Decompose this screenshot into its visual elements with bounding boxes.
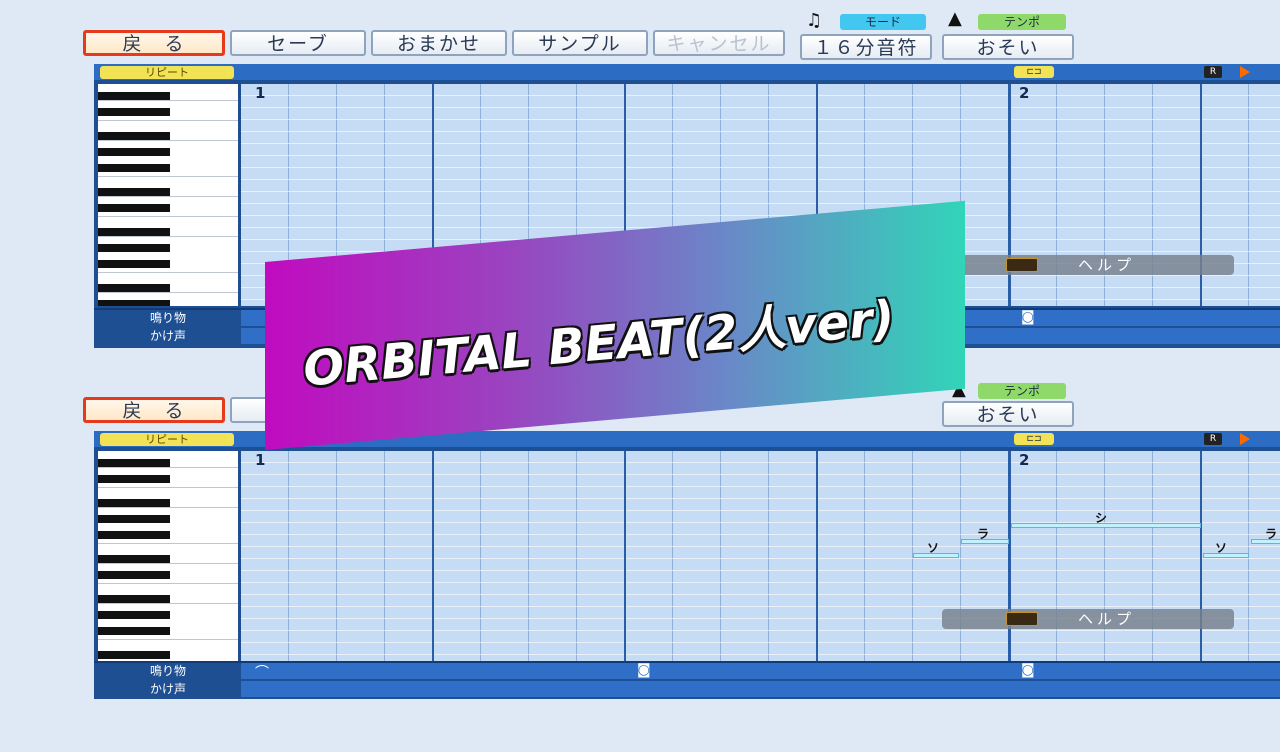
help-button[interactable]: ヘルプ xyxy=(942,255,1234,275)
note-lyric: ラ xyxy=(1265,527,1278,541)
omakase-button[interactable]: おまかせ xyxy=(371,30,507,56)
lane-calls-label: かけ声 xyxy=(149,682,186,696)
bar-number-2: 2 xyxy=(1019,84,1030,102)
help-label: ヘルプ xyxy=(1078,610,1136,628)
black-key[interactable] xyxy=(98,204,170,212)
black-key[interactable] xyxy=(98,228,170,236)
black-key[interactable] xyxy=(98,260,170,268)
black-key[interactable] xyxy=(98,611,170,619)
back-button[interactable]: 戻 る xyxy=(83,30,225,56)
sample-button[interactable]: サンプル xyxy=(512,30,648,56)
r-badge[interactable]: R xyxy=(1204,433,1222,445)
tempo-tag: テンポ xyxy=(978,383,1066,399)
black-key[interactable] xyxy=(98,627,170,635)
save-button[interactable]: セーブ xyxy=(230,30,366,56)
black-key[interactable] xyxy=(98,555,170,563)
beat-line xyxy=(432,451,434,661)
black-key[interactable] xyxy=(98,531,170,539)
black-key[interactable] xyxy=(98,499,170,507)
loop-marker[interactable]: ⊏⊐ xyxy=(1014,433,1054,445)
note-value-select[interactable]: １６分音符 xyxy=(800,34,932,60)
note-grid[interactable]: 1 2 ソ ラ シ ソ ラ xyxy=(241,451,1280,661)
repeat-toggle[interactable]: リピート xyxy=(100,66,234,79)
note-lyric: ソ xyxy=(927,541,940,555)
music-note-icon: ♫ xyxy=(806,10,823,31)
black-key[interactable] xyxy=(98,284,170,292)
black-key[interactable] xyxy=(98,132,170,140)
black-key[interactable] xyxy=(98,515,170,523)
help-icon xyxy=(1006,258,1038,272)
bar-number-1: 1 xyxy=(255,84,266,102)
note-lyric: ラ xyxy=(977,527,990,541)
whistle-icon[interactable]: ⌒ xyxy=(255,662,269,682)
drum-icon[interactable]: ◙ xyxy=(1021,662,1035,678)
piano-keys[interactable] xyxy=(98,84,238,306)
black-key[interactable] xyxy=(98,595,170,603)
drum-icon[interactable]: ◙ xyxy=(1021,309,1035,325)
black-key[interactable] xyxy=(98,651,170,659)
metronome-icon: ▲ xyxy=(948,8,962,29)
bar-line xyxy=(1008,451,1011,661)
beat-line xyxy=(816,451,818,661)
piano-keys[interactable] xyxy=(98,451,238,661)
black-key[interactable] xyxy=(98,475,170,483)
note-lyric: ソ xyxy=(1215,541,1228,555)
black-key[interactable] xyxy=(98,571,170,579)
black-key[interactable] xyxy=(98,300,170,306)
back-button[interactable]: 戻 る xyxy=(83,397,225,423)
bar-number-2: 2 xyxy=(1019,451,1030,469)
drum-icon[interactable]: ◙ xyxy=(637,662,651,678)
black-key[interactable] xyxy=(98,244,170,252)
loop-marker[interactable]: ⊏⊐ xyxy=(1014,66,1054,78)
lane-calls-row[interactable] xyxy=(241,681,1280,697)
roll-header: リピート ⊏⊐ R xyxy=(94,64,1280,80)
black-key[interactable] xyxy=(98,459,170,467)
lane-calls-label: かけ声 xyxy=(149,329,186,343)
black-key[interactable] xyxy=(98,164,170,172)
r-badge[interactable]: R xyxy=(1204,66,1222,78)
lane-sounds-label: 鳴り物 xyxy=(149,311,186,325)
beat-line xyxy=(624,451,626,661)
note-lyric: シ xyxy=(1095,511,1108,525)
tempo-select[interactable]: おそい xyxy=(942,34,1074,60)
beat-line xyxy=(1200,451,1202,661)
piano-roll: リピート ⊏⊐ R 1 2 ソ ラ シ ソ ラ 鳴り物 ⌒ ◙ ◙ かけ声 xyxy=(94,431,1280,699)
cancel-button[interactable]: キャンセル xyxy=(653,30,785,56)
play-icon[interactable] xyxy=(1240,66,1250,78)
help-label: ヘルプ xyxy=(1078,256,1136,274)
bar-number-1: 1 xyxy=(255,451,266,469)
play-icon[interactable] xyxy=(1240,433,1250,445)
tempo-select[interactable]: おそい xyxy=(942,401,1074,427)
black-key[interactable] xyxy=(98,92,170,100)
repeat-toggle[interactable]: リピート xyxy=(100,433,234,446)
tempo-tag: テンポ xyxy=(978,14,1066,30)
lane-sounds-row[interactable]: ⌒ ◙ ◙ xyxy=(241,662,1280,682)
black-key[interactable] xyxy=(98,188,170,196)
black-key[interactable] xyxy=(98,148,170,156)
lane-sounds-label: 鳴り物 xyxy=(149,664,186,678)
mode-tag: モード xyxy=(840,14,926,30)
help-icon xyxy=(1006,612,1038,626)
black-key[interactable] xyxy=(98,108,170,116)
bottom-panel: 戻 る セーブ おそい ▲ テンポ リピート ⊏⊐ R xyxy=(0,381,1280,752)
help-button[interactable]: ヘルプ xyxy=(942,609,1234,629)
